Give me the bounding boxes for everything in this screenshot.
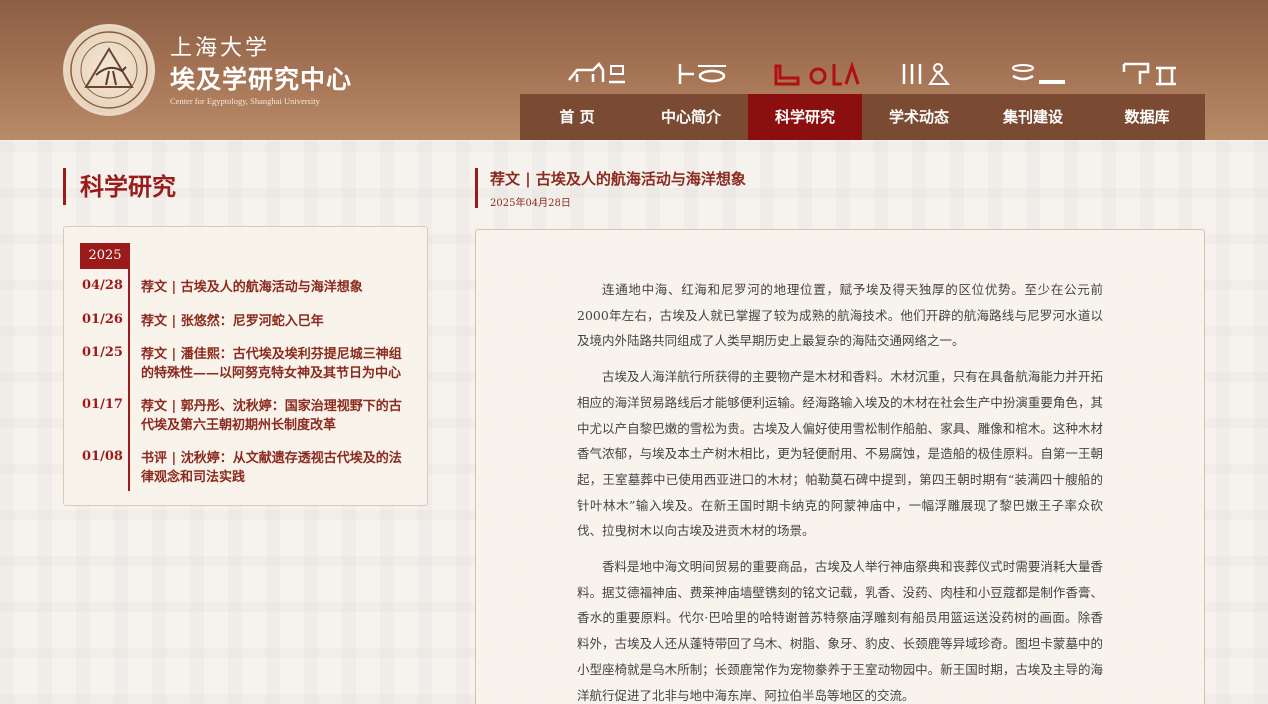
nav-database[interactable]: 数据库	[1090, 94, 1204, 140]
item-title-link[interactable]: 荐文 | 郭丹彤、沈秋婷：国家治理视野下的古代埃及第六王朝初期州长制度改革	[141, 397, 411, 435]
snake-hieroglyph-icon	[651, 58, 762, 90]
animal-hieroglyph-icon	[540, 58, 651, 90]
article-paragraph: 连通地中海、红海和尼罗河的地理位置，赋予埃及得天独厚的区位优势。至少在公元前20…	[577, 282, 1103, 349]
center-name: 埃及学研究中心	[170, 65, 353, 94]
item-date: 01/25	[82, 345, 123, 360]
nav-news[interactable]: 学术动态	[862, 94, 976, 140]
item-date: 01/08	[82, 449, 123, 464]
article-paragraph: 古埃及人海洋航行所获得的主要物产是木材和香料。木材沉重，只有在具备航海能力并开拓…	[577, 369, 1103, 539]
boat-hieroglyph-icon	[983, 58, 1094, 90]
gate-hieroglyph-icon	[1094, 58, 1205, 90]
nav-research[interactable]: 科学研究	[748, 94, 862, 140]
item-title-link[interactable]: 荐文 | 潘佳熙：古代埃及埃利芬提尼城三神组的特殊性——以阿努克特女神及其节日为…	[141, 345, 411, 383]
timeline-line	[128, 269, 130, 491]
item-date: 01/26	[82, 312, 123, 327]
nav-about[interactable]: 中心简介	[634, 94, 748, 140]
foot-hieroglyph-icon	[762, 58, 873, 90]
article-body: 连通地中海、红海和尼罗河的地理位置，赋予埃及得天独厚的区位优势。至少在公元前20…	[475, 229, 1205, 704]
university-name: 上海大学	[170, 36, 271, 61]
article-header: 荐文 | 古埃及人的航海活动与海洋想象 2025年04月28日	[475, 168, 746, 209]
article-title: 荐文 | 古埃及人的航海活动与海洋想象	[490, 170, 746, 188]
item-date: 04/28	[82, 278, 123, 293]
university-logo[interactable]	[63, 24, 155, 116]
main-nav: 首 页 中心简介 科学研究 学术动态 集刊建设 数据库	[520, 94, 1205, 140]
figure-hieroglyph-icon	[872, 58, 983, 90]
nav-glyph-row	[540, 58, 1205, 90]
nav-home[interactable]: 首 页	[520, 94, 634, 140]
year-badge: 2025	[80, 243, 130, 269]
item-title-link[interactable]: 荐文 | 张悠然：尼罗河蛇入巳年	[141, 312, 411, 331]
section-title: 科学研究	[63, 168, 176, 205]
item-title-link[interactable]: 荐文 | 古埃及人的航海活动与海洋想象	[141, 278, 411, 297]
center-name-en: Center for Egyptology, Shanghai Universi…	[170, 96, 320, 106]
nav-journal[interactable]: 集刊建设	[976, 94, 1090, 140]
article-date: 2025年04月28日	[490, 198, 571, 209]
article-paragraph: 香料是地中海文明间贸易的重要商品，古埃及人举行神庙祭典和丧葬仪式时需要消耗大量香…	[577, 559, 1103, 703]
item-title-link[interactable]: 书评 | 沈秋婷：从文献遗存透视古代埃及的法律观念和司法实践	[141, 449, 411, 487]
item-date: 01/17	[82, 397, 123, 412]
site-header: 上海大学 埃及学研究中心 Center for Egyptology, Shan…	[0, 0, 1268, 140]
ibis-emblem-icon	[70, 31, 148, 109]
article-list-panel: 2025 04/28 荐文 | 古埃及人的航海活动与海洋想象 01/26 荐文 …	[63, 226, 428, 506]
